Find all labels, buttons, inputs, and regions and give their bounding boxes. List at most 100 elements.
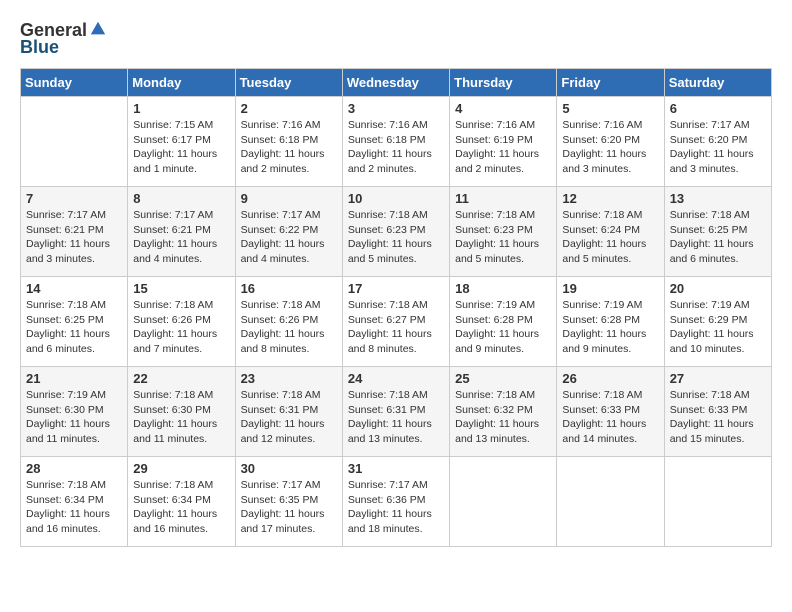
day-cell <box>21 97 128 187</box>
day-number: 14 <box>26 281 122 296</box>
day-number: 24 <box>348 371 444 386</box>
week-row-5: 28 Sunrise: 7:18 AMSunset: 6:34 PMDayligh… <box>21 457 772 547</box>
day-cell: 21 Sunrise: 7:19 AMSunset: 6:30 PMDayligh… <box>21 367 128 457</box>
day-number: 15 <box>133 281 229 296</box>
logo-blue: Blue <box>20 37 59 58</box>
day-cell: 23 Sunrise: 7:18 AMSunset: 6:31 PMDayligh… <box>235 367 342 457</box>
dow-saturday: Saturday <box>664 69 771 97</box>
day-info: Sunrise: 7:18 AMSunset: 6:34 PMDaylight:… <box>133 478 229 537</box>
day-info: Sunrise: 7:18 AMSunset: 6:31 PMDaylight:… <box>241 388 337 447</box>
dow-friday: Friday <box>557 69 664 97</box>
logo-icon <box>89 20 107 38</box>
day-cell: 29 Sunrise: 7:18 AMSunset: 6:34 PMDayligh… <box>128 457 235 547</box>
day-number: 19 <box>562 281 658 296</box>
dow-wednesday: Wednesday <box>342 69 449 97</box>
day-number: 3 <box>348 101 444 116</box>
day-cell: 7 Sunrise: 7:17 AMSunset: 6:21 PMDaylight… <box>21 187 128 277</box>
day-number: 2 <box>241 101 337 116</box>
day-cell <box>664 457 771 547</box>
day-number: 21 <box>26 371 122 386</box>
day-info: Sunrise: 7:18 AMSunset: 6:34 PMDaylight:… <box>26 478 122 537</box>
day-cell: 28 Sunrise: 7:18 AMSunset: 6:34 PMDayligh… <box>21 457 128 547</box>
day-number: 1 <box>133 101 229 116</box>
day-cell <box>557 457 664 547</box>
day-cell: 8 Sunrise: 7:17 AMSunset: 6:21 PMDaylight… <box>128 187 235 277</box>
day-info: Sunrise: 7:18 AMSunset: 6:25 PMDaylight:… <box>670 208 766 267</box>
day-number: 8 <box>133 191 229 206</box>
day-number: 17 <box>348 281 444 296</box>
day-cell: 25 Sunrise: 7:18 AMSunset: 6:32 PMDayligh… <box>450 367 557 457</box>
day-cell: 2 Sunrise: 7:16 AMSunset: 6:18 PMDaylight… <box>235 97 342 187</box>
day-info: Sunrise: 7:18 AMSunset: 6:25 PMDaylight:… <box>26 298 122 357</box>
day-number: 6 <box>670 101 766 116</box>
page-header: General Blue <box>20 20 772 58</box>
day-number: 5 <box>562 101 658 116</box>
day-info: Sunrise: 7:17 AMSunset: 6:36 PMDaylight:… <box>348 478 444 537</box>
day-cell: 3Sunrise: 7:16 AMSunset: 6:18 PMDaylight… <box>342 97 449 187</box>
dow-monday: Monday <box>128 69 235 97</box>
day-cell: 6 Sunrise: 7:17 AMSunset: 6:20 PMDaylight… <box>664 97 771 187</box>
day-number: 22 <box>133 371 229 386</box>
day-info: Sunrise: 7:16 AMSunset: 6:20 PMDaylight:… <box>562 118 658 177</box>
day-info: Sunrise: 7:17 AMSunset: 6:20 PMDaylight:… <box>670 118 766 177</box>
calendar-table: SundayMondayTuesdayWednesdayThursdayFrid… <box>20 68 772 547</box>
week-row-3: 14 Sunrise: 7:18 AMSunset: 6:25 PMDayligh… <box>21 277 772 367</box>
day-info: Sunrise: 7:19 AMSunset: 6:30 PMDaylight:… <box>26 388 122 447</box>
day-info: Sunrise: 7:18 AMSunset: 6:24 PMDaylight:… <box>562 208 658 267</box>
day-number: 7 <box>26 191 122 206</box>
day-number: 9 <box>241 191 337 206</box>
day-cell: 22 Sunrise: 7:18 AMSunset: 6:30 PMDayligh… <box>128 367 235 457</box>
day-cell: 17 Sunrise: 7:18 AMSunset: 6:27 PMDayligh… <box>342 277 449 367</box>
day-info: Sunrise: 7:19 AMSunset: 6:28 PMDaylight:… <box>455 298 551 357</box>
day-info: Sunrise: 7:19 AMSunset: 6:28 PMDaylight:… <box>562 298 658 357</box>
calendar-body: 1 Sunrise: 7:15 AMSunset: 6:17 PMDaylight… <box>21 97 772 547</box>
day-number: 28 <box>26 461 122 476</box>
day-number: 27 <box>670 371 766 386</box>
day-number: 26 <box>562 371 658 386</box>
day-cell: 1 Sunrise: 7:15 AMSunset: 6:17 PMDaylight… <box>128 97 235 187</box>
day-cell: 30 Sunrise: 7:17 AMSunset: 6:35 PMDayligh… <box>235 457 342 547</box>
day-info: Sunrise: 7:18 AMSunset: 6:23 PMDaylight:… <box>455 208 551 267</box>
day-number: 20 <box>670 281 766 296</box>
day-number: 10 <box>348 191 444 206</box>
day-of-week-header: SundayMondayTuesdayWednesdayThursdayFrid… <box>21 69 772 97</box>
day-cell: 9 Sunrise: 7:17 AMSunset: 6:22 PMDaylight… <box>235 187 342 277</box>
day-info: Sunrise: 7:18 AMSunset: 6:32 PMDaylight:… <box>455 388 551 447</box>
day-info: Sunrise: 7:18 AMSunset: 6:23 PMDaylight:… <box>348 208 444 267</box>
day-number: 30 <box>241 461 337 476</box>
day-number: 4 <box>455 101 551 116</box>
week-row-1: 1 Sunrise: 7:15 AMSunset: 6:17 PMDaylight… <box>21 97 772 187</box>
logo: General Blue <box>20 20 107 58</box>
day-cell: 15 Sunrise: 7:18 AMSunset: 6:26 PMDayligh… <box>128 277 235 367</box>
day-info: Sunrise: 7:18 AMSunset: 6:26 PMDaylight:… <box>133 298 229 357</box>
day-info: Sunrise: 7:17 AMSunset: 6:21 PMDaylight:… <box>26 208 122 267</box>
day-info: Sunrise: 7:18 AMSunset: 6:30 PMDaylight:… <box>133 388 229 447</box>
day-number: 12 <box>562 191 658 206</box>
day-cell: 19 Sunrise: 7:19 AMSunset: 6:28 PMDayligh… <box>557 277 664 367</box>
day-cell: 26Sunrise: 7:18 AMSunset: 6:33 PMDayligh… <box>557 367 664 457</box>
day-number: 23 <box>241 371 337 386</box>
dow-tuesday: Tuesday <box>235 69 342 97</box>
day-number: 29 <box>133 461 229 476</box>
day-cell: 18 Sunrise: 7:19 AMSunset: 6:28 PMDayligh… <box>450 277 557 367</box>
day-cell: 10 Sunrise: 7:18 AMSunset: 6:23 PMDayligh… <box>342 187 449 277</box>
day-info: Sunrise: 7:16 AMSunset: 6:18 PMDaylight:… <box>241 118 337 177</box>
day-number: 25 <box>455 371 551 386</box>
day-number: 18 <box>455 281 551 296</box>
day-cell: 5 Sunrise: 7:16 AMSunset: 6:20 PMDaylight… <box>557 97 664 187</box>
day-cell: 4Sunrise: 7:16 AMSunset: 6:19 PMDaylight… <box>450 97 557 187</box>
day-cell: 13Sunrise: 7:18 AMSunset: 6:25 PMDayligh… <box>664 187 771 277</box>
day-cell <box>450 457 557 547</box>
day-info: Sunrise: 7:18 AMSunset: 6:26 PMDaylight:… <box>241 298 337 357</box>
day-info: Sunrise: 7:18 AMSunset: 6:27 PMDaylight:… <box>348 298 444 357</box>
day-number: 31 <box>348 461 444 476</box>
dow-thursday: Thursday <box>450 69 557 97</box>
day-info: Sunrise: 7:17 AMSunset: 6:35 PMDaylight:… <box>241 478 337 537</box>
day-cell: 20 Sunrise: 7:19 AMSunset: 6:29 PMDayligh… <box>664 277 771 367</box>
day-info: Sunrise: 7:17 AMSunset: 6:22 PMDaylight:… <box>241 208 337 267</box>
day-info: Sunrise: 7:15 AMSunset: 6:17 PMDaylight:… <box>133 118 229 177</box>
day-info: Sunrise: 7:17 AMSunset: 6:21 PMDaylight:… <box>133 208 229 267</box>
day-info: Sunrise: 7:19 AMSunset: 6:29 PMDaylight:… <box>670 298 766 357</box>
day-cell: 11Sunrise: 7:18 AMSunset: 6:23 PMDayligh… <box>450 187 557 277</box>
day-cell: 31 Sunrise: 7:17 AMSunset: 6:36 PMDayligh… <box>342 457 449 547</box>
